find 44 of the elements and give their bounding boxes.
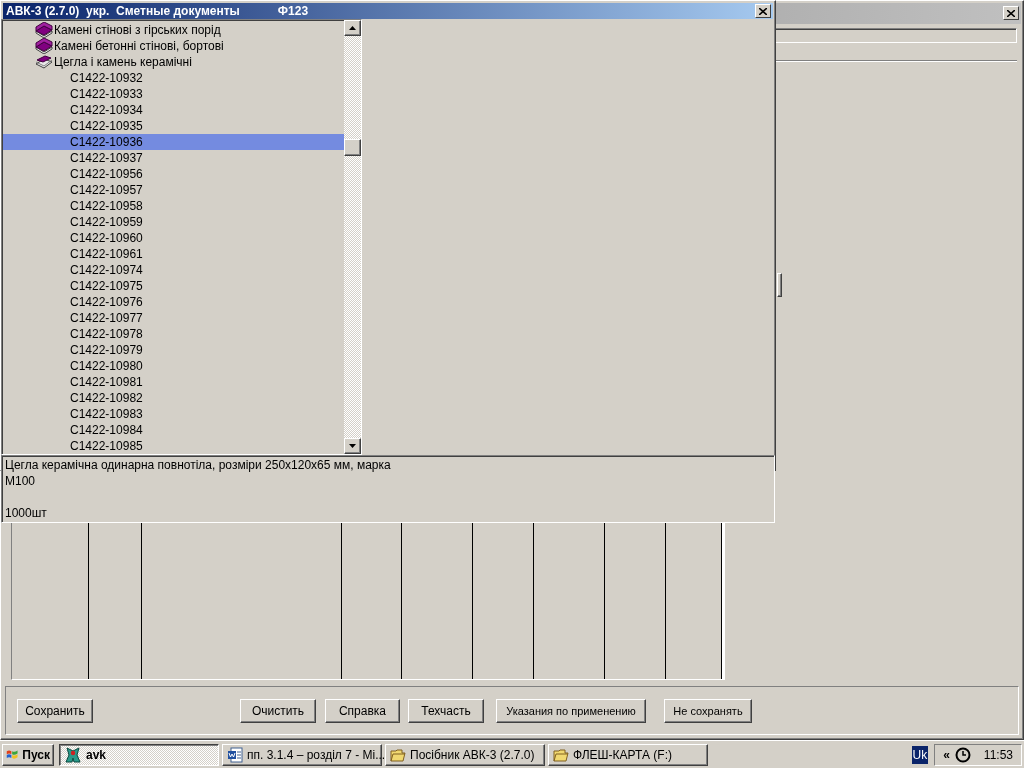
taskbar-button[interactable]: ФЛЕШ-КАРТА (F:) bbox=[548, 743, 708, 766]
tree-item[interactable]: С1422-10935 bbox=[3, 118, 344, 134]
action-button[interactable]: Очистить bbox=[240, 698, 316, 723]
tree-item[interactable]: С1422-10981 bbox=[3, 374, 344, 390]
clock-text: 11:53 bbox=[983, 746, 1013, 763]
tree-item[interactable]: С1422-10959 bbox=[3, 214, 344, 230]
language-indicator[interactable]: Uk bbox=[911, 745, 929, 764]
tree-item[interactable]: С1422-10937 bbox=[3, 150, 344, 166]
tree-item[interactable]: С1422-10974 bbox=[3, 262, 344, 278]
quantity-text: 1000шт bbox=[5, 505, 48, 521]
tree-item[interactable]: С1422-10960 bbox=[3, 230, 344, 246]
action-button[interactable]: Указания по применению bbox=[496, 698, 646, 723]
tree-item[interactable]: С1422-10980 bbox=[3, 358, 344, 374]
window-title: АВК-3 (2.7.0) укр. Сметные документы bbox=[6, 3, 240, 19]
tree-item[interactable]: С1422-10979 bbox=[3, 342, 344, 358]
tree-item[interactable]: С1422-10936 bbox=[3, 134, 344, 150]
tree-item[interactable]: Камені стінові з гірських порід bbox=[3, 22, 344, 38]
tree-item[interactable]: С1422-10957 bbox=[3, 182, 344, 198]
tree-item[interactable]: С1422-10983 bbox=[3, 406, 344, 422]
tree-item[interactable]: Камені бетонні стінові, бортові bbox=[3, 38, 344, 54]
tree-item[interactable]: Цегла і камень керамічні bbox=[3, 54, 344, 70]
tree-item[interactable]: С1422-10934 bbox=[3, 102, 344, 118]
action-button[interactable]: Справка bbox=[325, 698, 400, 723]
tree-item[interactable]: С1422-10933 bbox=[3, 86, 344, 102]
action-button[interactable]: Техчасть bbox=[408, 698, 484, 723]
form-code: Ф123 bbox=[277, 3, 309, 19]
tree-item[interactable]: С1422-10932 bbox=[3, 70, 344, 86]
tree-item[interactable]: С1422-10982 bbox=[3, 390, 344, 406]
taskbar-button[interactable]: avk bbox=[59, 743, 219, 766]
start-button[interactable]: Пуск bbox=[2, 743, 54, 766]
tree-item[interactable]: С1422-10984 bbox=[3, 422, 344, 438]
taskbar-button[interactable]: Посібник АВК-3 (2.7.0) bbox=[385, 743, 545, 766]
action-button[interactable]: Не сохранять bbox=[664, 698, 752, 723]
tree-item[interactable]: С1422-10961 bbox=[3, 246, 344, 262]
tree-item[interactable]: С1422-10985 bbox=[3, 438, 344, 454]
tree-item[interactable]: С1422-10976 bbox=[3, 294, 344, 310]
description-text: Цегла керамічна одинарна повнотіла, розміри 250x120x65 мм, марка М100 bbox=[5, 457, 392, 489]
tree-item[interactable]: С1422-10977 bbox=[3, 310, 344, 326]
tree-item[interactable]: С1422-10975 bbox=[3, 278, 344, 294]
tree-item[interactable]: С1422-10956 bbox=[3, 166, 344, 182]
action-button[interactable]: Сохранить bbox=[17, 698, 93, 723]
tree-item[interactable]: С1422-10978 bbox=[3, 326, 344, 342]
tree-item[interactable]: С1422-10958 bbox=[3, 198, 344, 214]
show-icons-button[interactable]: « bbox=[943, 746, 950, 763]
